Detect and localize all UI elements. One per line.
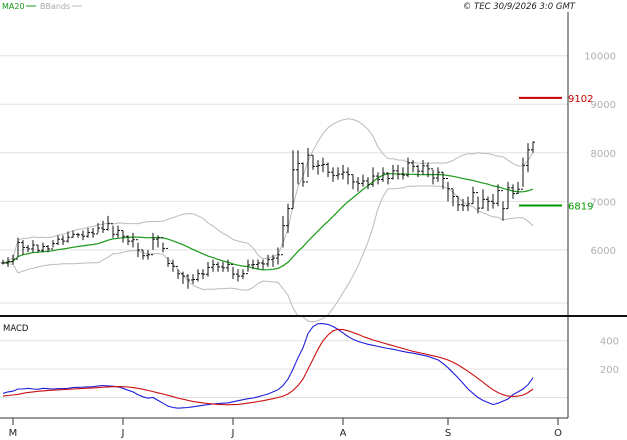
price-bar	[31, 240, 35, 253]
price-bar	[236, 269, 240, 282]
price-bar	[311, 154, 315, 170]
price-bar	[261, 259, 265, 270]
price-bar	[331, 167, 335, 182]
price-bar	[41, 242, 45, 253]
price-y-tick-label: 7000	[591, 197, 616, 208]
price-bar	[286, 203, 290, 233]
price-bar	[146, 249, 150, 260]
copyright-notice: © TEC 30/9/2026 3:0 GMT	[463, 2, 576, 12]
price-bar	[231, 263, 235, 280]
price-y-tick-label: 9000	[591, 100, 616, 111]
price-bar	[76, 232, 80, 238]
macd-y-tick-label: 200	[600, 365, 619, 376]
price-bars	[1, 141, 535, 289]
price-bar	[196, 269, 200, 282]
legend: MA20 BBands	[2, 2, 82, 11]
price-bar	[296, 150, 300, 185]
price-bar	[356, 177, 360, 192]
price-bar	[341, 164, 345, 180]
legend-bbands-label: BBands	[40, 2, 70, 11]
price-bar	[281, 215, 285, 256]
price-bar	[346, 167, 350, 185]
x-tick-label: J	[121, 428, 125, 439]
x-tick-label: A	[340, 428, 347, 439]
price-bar	[201, 269, 205, 280]
price-bar	[36, 244, 40, 253]
price-bar	[136, 239, 140, 258]
price-bar	[121, 229, 125, 243]
price-bar	[391, 164, 395, 180]
price-bar	[396, 164, 400, 180]
price-bar	[336, 167, 340, 180]
price-bar	[431, 168, 435, 185]
price-bar	[11, 254, 15, 265]
price-bar	[216, 262, 220, 272]
price-bar	[416, 164, 420, 178]
price-bar	[301, 162, 305, 187]
price-bar	[141, 249, 145, 260]
price-bar	[206, 262, 210, 277]
price-bar	[56, 235, 60, 246]
price-bar	[51, 240, 55, 250]
grid-lines	[0, 55, 568, 399]
price-bar	[321, 157, 325, 173]
legend-ma20-label: MA20	[2, 2, 25, 11]
price-bar	[81, 230, 85, 241]
price-bar	[131, 232, 135, 248]
price-bar	[151, 232, 155, 256]
price-y-tick-label: 8000	[591, 149, 616, 160]
price-bar	[116, 225, 120, 238]
price-bar	[371, 167, 375, 187]
price-bar	[316, 160, 320, 175]
price-bar	[91, 228, 95, 238]
price-bar	[111, 223, 115, 238]
x-tick-label: J	[231, 428, 235, 439]
price-y-tick-label: 6000	[591, 246, 616, 257]
macd-lines	[2, 323, 534, 409]
price-bar	[266, 254, 270, 267]
price-bar	[86, 228, 90, 238]
price-bar	[101, 220, 105, 233]
price-bar	[481, 189, 485, 209]
price-bar	[181, 271, 185, 284]
price-bar	[61, 235, 65, 246]
price-bar	[521, 157, 525, 190]
price-bar	[211, 259, 215, 272]
x-tick-label: M	[9, 428, 18, 439]
price-bar	[531, 141, 535, 153]
axis-ticks: 6000 7000 8000 9000 10000 200 400 M J J A S O	[9, 52, 619, 439]
price-bar	[506, 181, 510, 210]
price-bar	[466, 196, 470, 212]
price-bar	[326, 162, 330, 178]
price-bar	[486, 196, 490, 212]
price-bar	[191, 274, 195, 284]
bbands-lower-line	[2, 185, 534, 323]
price-bar	[421, 160, 425, 175]
price-bar	[476, 192, 480, 214]
x-tick-label: S	[445, 428, 451, 439]
price-bar	[501, 190, 505, 221]
price-bar	[256, 259, 260, 270]
macd-panel-label: MACD	[3, 324, 29, 334]
macd-y-tick-label: 400	[600, 337, 619, 348]
price-bar	[241, 269, 245, 280]
bollinger-bands	[2, 118, 534, 323]
price-y-tick-label: 10000	[584, 52, 616, 63]
price-bar	[221, 262, 225, 272]
x-tick-label: O	[554, 428, 562, 439]
price-bar	[26, 245, 30, 253]
price-bar	[361, 174, 365, 187]
price-bar	[21, 240, 25, 255]
stock-chart: 91026819 600070008000900010000200400M J J A…	[0, 2, 627, 439]
price-bar	[351, 174, 355, 190]
macd-series-line	[2, 323, 534, 409]
